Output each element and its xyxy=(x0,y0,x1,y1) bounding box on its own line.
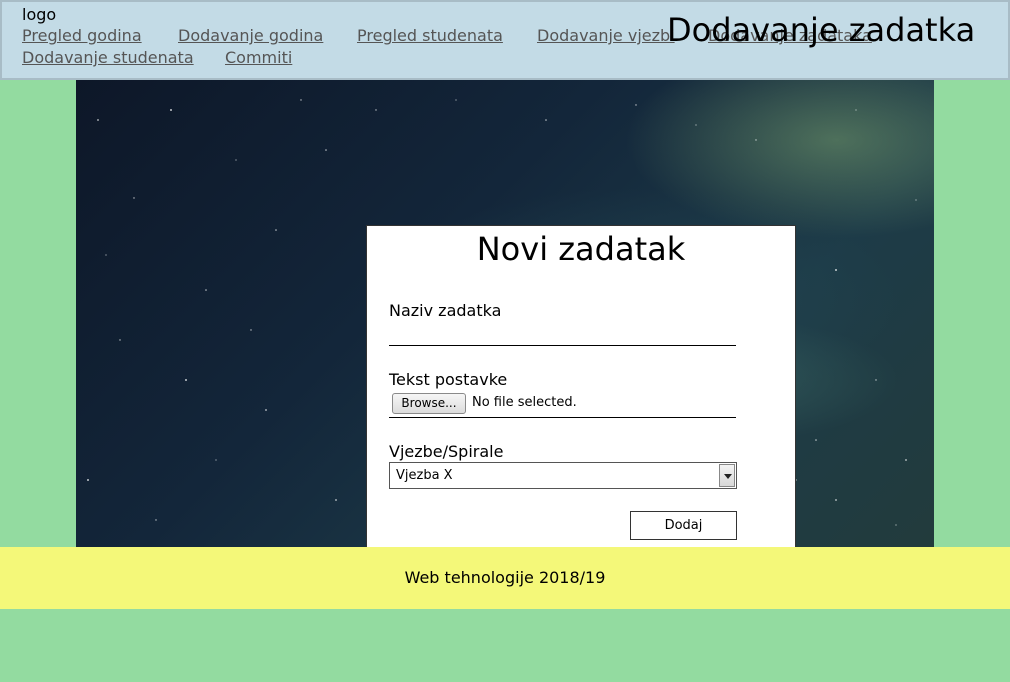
browse-button[interactable]: Browse... xyxy=(392,393,466,414)
exercise-select-label: Vjezbe/Spirale xyxy=(389,442,504,461)
page-title: Dodavanje zadatka xyxy=(667,11,976,49)
exercise-select-value: Vjezba X xyxy=(396,468,453,483)
exercise-select[interactable]: Vjezba X xyxy=(389,462,737,489)
task-text-label: Tekst postavke xyxy=(389,370,508,389)
site-footer: Web tehnologije 2018/19 xyxy=(0,547,1010,609)
site-header: logo Pregled godina Dodavanje godina Pre… xyxy=(0,0,1010,80)
nav-link-dodavanje-studenata[interactable]: Dodavanje studenata xyxy=(22,48,194,67)
task-name-label: Naziv zadatka xyxy=(389,301,502,320)
chevron-down-icon[interactable] xyxy=(719,464,735,487)
task-text-underline xyxy=(389,417,736,418)
task-name-underline xyxy=(389,345,736,346)
nav-link-commiti[interactable]: Commiti xyxy=(225,48,292,67)
file-status: No file selected. xyxy=(472,395,577,410)
new-task-form: Novi zadatak Naziv zadatka Tekst postavk… xyxy=(366,225,796,547)
nav-link-pregled-studenata[interactable]: Pregled studenata xyxy=(357,26,503,45)
add-button[interactable]: Dodaj xyxy=(630,511,737,540)
nav-link-pregled-godina[interactable]: Pregled godina xyxy=(22,26,142,45)
hero-background: Novi zadatak Naziv zadatka Tekst postavk… xyxy=(76,80,934,547)
task-name-input[interactable] xyxy=(389,322,736,344)
logo: logo xyxy=(22,5,57,24)
footer-text: Web tehnologije 2018/19 xyxy=(404,568,606,587)
form-title: Novi zadatak xyxy=(476,230,686,268)
nav-link-dodavanje-godina[interactable]: Dodavanje godina xyxy=(178,26,323,45)
nav-link-dodavanje-vjezbi[interactable]: Dodavanje vjezbi xyxy=(537,26,675,45)
